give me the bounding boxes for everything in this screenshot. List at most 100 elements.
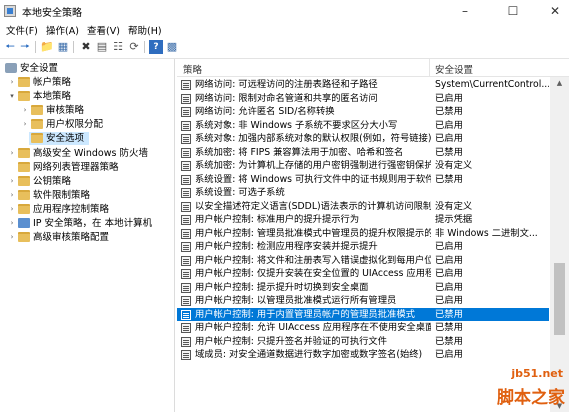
help-icon[interactable]: ?	[149, 40, 163, 54]
policy-row[interactable]: 用户帐户控制: 检测应用程序安装并提示提升 已启用	[177, 240, 549, 254]
tree-node-ip-security[interactable]: › IP 安全策略，在 本地计算机	[0, 217, 174, 230]
policy-row[interactable]: 网络访问: 限制对命名管道和共享的匿名访问 已启用	[177, 92, 549, 106]
close-button[interactable]: ✕	[540, 0, 569, 22]
watermark: jb51.net 脚本之家	[470, 366, 569, 412]
folder-icon	[18, 190, 30, 200]
folder-icon	[31, 105, 43, 115]
menu-bar: 文件(F) 操作(A) 查看(V) 帮助(H)	[0, 22, 569, 37]
tree-node-network-list-manager[interactable]: 网络列表管理器策略	[0, 161, 174, 174]
tree-node-local-policies[interactable]: ▾ 本地策略	[0, 90, 174, 103]
policy-row[interactable]: 网络访问: 允许匿名 SID/名称转换 已禁用	[177, 105, 549, 119]
tree-node-user-rights-assignment[interactable]: › 用户权限分配	[0, 118, 174, 131]
tree-node-windows-firewall[interactable]: › 高级安全 Windows 防火墙	[0, 147, 174, 160]
expand-chevron-icon[interactable]: ›	[8, 189, 16, 202]
refresh-icon[interactable]: ⟳	[127, 40, 141, 54]
policy-row[interactable]: 用户帐户控制: 提示提升时切换到安全桌面 已启用	[177, 281, 549, 295]
maximize-button[interactable]: ☐	[498, 0, 528, 22]
expand-chevron-icon[interactable]: ›	[8, 175, 16, 188]
column-divider[interactable]	[429, 59, 430, 76]
policy-setting: 已禁用	[435, 146, 463, 158]
policy-setting: 已启用	[435, 295, 463, 306]
expand-chevron-icon[interactable]: ›	[21, 104, 29, 117]
policy-setting: 已启用	[435, 268, 463, 279]
tree-node-software-restriction[interactable]: › 软件限制策略	[0, 189, 174, 202]
policy-icon	[181, 188, 191, 198]
policy-icon	[181, 228, 191, 239]
column-header-setting[interactable]: 安全设置	[435, 62, 473, 76]
menu-help[interactable]: 帮助(H)	[128, 23, 162, 37]
policy-name: 系统对象: 非 Windows 子系统不要求区分大小写	[195, 119, 398, 131]
expand-chevron-icon[interactable]: ›	[8, 76, 16, 89]
expand-chevron-icon[interactable]: ›	[8, 203, 16, 216]
tree-node-application-control[interactable]: › 应用程序控制策略	[0, 203, 174, 216]
policy-row[interactable]: 系统设置: 可选子系统	[177, 186, 549, 200]
column-header-policy[interactable]: 策略	[183, 62, 202, 76]
export-list-icon[interactable]: ☷	[111, 40, 125, 54]
expand-chevron-icon[interactable]: ›	[8, 147, 16, 160]
policy-name: 系统设置: 可选子系统	[195, 187, 285, 198]
tree-node-label: 应用程序控制策略	[33, 204, 110, 215]
menu-action[interactable]: 操作(A)	[46, 23, 79, 37]
collapse-chevron-icon[interactable]: ▾	[8, 90, 16, 103]
back-icon[interactable]: 🠔	[3, 40, 17, 54]
policy-setting: 已启用	[435, 119, 463, 131]
policy-setting: 已启用	[435, 241, 463, 252]
tree-node-security-settings[interactable]: 安全设置	[0, 62, 174, 75]
expand-chevron-icon[interactable]: ›	[8, 231, 16, 244]
policy-name: 用户帐户控制: 允许 UIAccess 应用程序在不使用安全桌面...	[195, 322, 431, 333]
policy-row[interactable]: 以安全描述符定义语言(SDDL)语法表示的计算机访问限制 没有定义	[177, 200, 549, 214]
forward-icon[interactable]: 🠖	[18, 40, 32, 54]
up-folder-icon[interactable]: 📁	[40, 40, 54, 54]
policy-row[interactable]: 用户帐户控制: 将文件和注册表写入错误虚拟化到每用户位置 已启用	[177, 254, 549, 268]
minimize-button[interactable]: –	[450, 0, 480, 22]
policy-icon	[181, 282, 191, 293]
delete-icon[interactable]: ✖	[79, 40, 93, 54]
app-icon	[4, 5, 16, 17]
watermark-brand: 脚本之家	[497, 388, 565, 408]
policy-row[interactable]: 系统对象: 非 Windows 子系统不要求区分大小写 已启用	[177, 119, 549, 133]
tree-node-audit-policy[interactable]: › 审核策略	[0, 104, 174, 117]
policy-icon	[181, 309, 191, 320]
scroll-up-arrow-icon[interactable]: ▲	[550, 77, 569, 89]
policy-icon	[181, 336, 191, 347]
policy-row[interactable]: 用户帐户控制: 管理员批准模式中管理员的提升权限提示的... 非 Windows …	[177, 227, 549, 241]
toolbar-separator	[35, 41, 36, 53]
scrollbar-thumb[interactable]	[554, 263, 565, 335]
policy-name: 系统设置: 将 Windows 可执行文件中的证书规则用于软件...	[195, 173, 431, 185]
tree-node-advanced-audit[interactable]: › 高级审核策略配置	[0, 231, 174, 244]
policy-row[interactable]: 网络访问: 可远程访问的注册表路径和子路径 System\CurrentContr…	[177, 78, 549, 92]
properties-icon[interactable]: ▤	[95, 40, 109, 54]
policy-row[interactable]: 用户帐户控制: 用于内置管理员帐户的管理员批准模式 已禁用	[177, 307, 549, 321]
policy-icon	[181, 215, 191, 225]
policy-row[interactable]: 系统加密: 为计算机上存储的用户密钥强制进行强密钥保护 没有定义	[177, 159, 549, 173]
toolbar: 🠔 🠖 📁 ▦ ✖ ▤ ☷ ⟳ ? ▩	[0, 37, 569, 59]
policy-icon	[181, 323, 191, 333]
tree-node-public-key-policies[interactable]: › 公钥策略	[0, 175, 174, 188]
expand-chevron-icon[interactable]: ›	[21, 118, 29, 131]
policy-name: 用户帐户控制: 用于内置管理员帐户的管理员批准模式	[195, 308, 415, 320]
policy-name: 用户帐户控制: 将文件和注册表写入错误虚拟化到每用户位置	[195, 254, 431, 266]
policy-row[interactable]: 系统加密: 将 FIPS 兼容算法用于加密、哈希和签名 已禁用	[177, 146, 549, 160]
policy-row[interactable]: 系统设置: 将 Windows 可执行文件中的证书规则用于软件... 已禁用	[177, 173, 549, 187]
policy-row[interactable]: 用户帐户控制: 仅提升安装在安全位置的 UIAccess 应用程序 已启用	[177, 267, 549, 281]
expand-chevron-icon[interactable]: ›	[8, 217, 16, 230]
policy-row[interactable]: 用户帐户控制: 只提升签名并验证的可执行文件 已禁用	[177, 335, 549, 349]
menu-view[interactable]: 查看(V)	[87, 23, 120, 37]
policy-row[interactable]: 用户帐户控制: 标准用户的提升提示行为 提示凭据	[177, 213, 549, 227]
policy-icon	[181, 120, 191, 131]
show-hide-tree-icon[interactable]: ▦	[56, 40, 70, 54]
tree-node-security-options[interactable]: 安全选项	[29, 132, 89, 145]
menu-file[interactable]: 文件(F)	[6, 23, 38, 37]
action-pane-icon[interactable]: ▩	[165, 40, 179, 54]
policy-row[interactable]: 用户帐户控制: 以管理员批准模式运行所有管理员 已启用	[177, 294, 549, 308]
policy-setting: 已禁用	[435, 173, 463, 185]
policy-row[interactable]: 系统对象: 加强内部系统对象的默认权限(例如，符号链接) 已启用	[177, 132, 549, 146]
policy-row[interactable]: 域成员: 对安全通道数据进行数字加密或数字签名(始终) 已启用	[177, 348, 549, 362]
policy-name: 用户帐户控制: 检测应用程序安装并提示提升	[195, 241, 378, 252]
title-bar: 本地安全策略 – ☐ ✕	[0, 0, 569, 22]
policy-name: 用户帐户控制: 以管理员批准模式运行所有管理员	[195, 295, 397, 306]
policy-row[interactable]: 用户帐户控制: 允许 UIAccess 应用程序在不使用安全桌面... 已禁用	[177, 321, 549, 335]
vertical-scrollbar[interactable]: ▲ ▼	[550, 77, 569, 412]
tree-node-account-policies[interactable]: › 帐户策略	[0, 76, 174, 89]
policy-name: 用户帐户控制: 标准用户的提升提示行为	[195, 214, 360, 225]
